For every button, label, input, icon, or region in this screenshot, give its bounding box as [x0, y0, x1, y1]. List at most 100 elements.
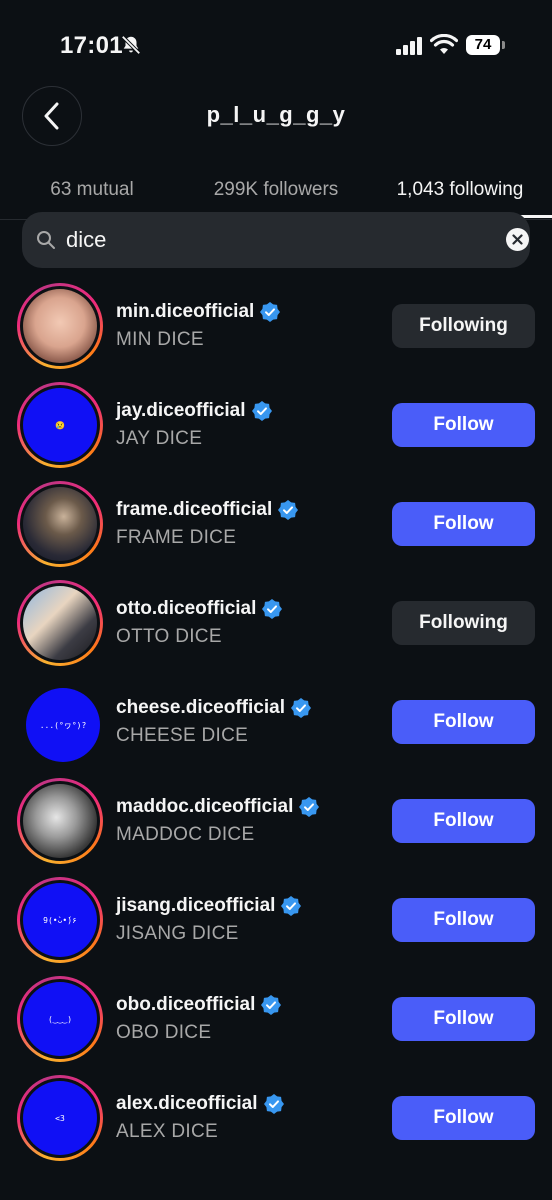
story-ring[interactable] [17, 283, 103, 369]
profile-username-title: p_l_u_g_g_y [206, 102, 346, 127]
full-name: OBO DICE [116, 1022, 212, 1043]
story-ring[interactable]: 9(•̀ᴗ•́)۶ [17, 877, 103, 963]
list-item[interactable]: 9(•̀ᴗ•́)۶ jisang.diceofficial JISANG DICE F… [0, 877, 552, 976]
close-icon [512, 234, 523, 245]
avatar-gap: (‿‿‿) [20, 979, 100, 1059]
list-item[interactable]: maddoc.diceofficial MADDOC DICE Follow [0, 778, 552, 877]
username-line: jay.diceofficial [116, 398, 272, 424]
username[interactable]: jisang.diceofficial [116, 895, 275, 917]
search-icon [37, 231, 55, 249]
avatar: (‿‿‿) [23, 982, 97, 1056]
story-ring[interactable] [17, 481, 103, 567]
story-ring[interactable]: (‿‿‿) [17, 976, 103, 1062]
cellular-signal-icon [396, 37, 422, 55]
full-name: MADDOC DICE [116, 824, 255, 845]
username-line: min.diceofficial [116, 299, 281, 325]
username[interactable]: jay.diceofficial [116, 400, 246, 422]
avatar-gap [20, 286, 100, 366]
search-bar [22, 212, 530, 268]
avatar-gap: 9(•̀ᴗ•́)۶ [20, 880, 100, 960]
avatar-emoticon: 9(•̀ᴗ•́)۶ [43, 915, 77, 925]
username-line: alex.diceofficial [116, 1091, 284, 1117]
follow-button[interactable]: Follow [392, 403, 535, 447]
avatar-gap: <3 [20, 1078, 100, 1158]
follow-button[interactable]: Follow [392, 700, 535, 744]
username-line: maddoc.diceofficial [116, 794, 320, 820]
story-ring[interactable] [17, 778, 103, 864]
list-item[interactable]: ...(°ヮ°)? cheese.diceofficial CHEESE DICE F… [0, 679, 552, 778]
verified-badge-icon [251, 401, 272, 421]
avatar: <3 [23, 1081, 97, 1155]
following-button[interactable]: Following [392, 304, 535, 348]
username[interactable]: alex.diceofficial [116, 1093, 258, 1115]
clear-search-button[interactable] [506, 228, 529, 251]
full-name: ALEX DICE [116, 1121, 218, 1142]
avatar [23, 784, 97, 858]
avatar-gap [20, 484, 100, 564]
username[interactable]: min.diceofficial [116, 301, 254, 323]
avatar: 9(•̀ᴗ•́)۶ [23, 883, 97, 957]
avatar-emoticon: <3 [55, 1113, 65, 1123]
list-item[interactable]: (‿‿‿) obo.diceofficial OBO DICE Follow [0, 976, 552, 1075]
verified-badge-icon [278, 500, 299, 520]
avatar: ...(°ヮ°)? [26, 688, 100, 762]
following-screen: 17:01 74 p_l_u_g_g_y 63 mutual 299K foll… [0, 0, 552, 1200]
username-line: frame.diceofficial [116, 497, 299, 523]
full-name: JAY DICE [116, 428, 203, 449]
battery-icon: 74 [466, 35, 506, 55]
full-name: FRAME DICE [116, 527, 237, 548]
follow-button[interactable]: Follow [392, 898, 535, 942]
following-button[interactable]: Following [392, 601, 535, 645]
avatar-gap [20, 781, 100, 861]
username-line: jisang.diceofficial [116, 893, 302, 919]
avatar [23, 586, 97, 660]
follow-button[interactable]: Follow [392, 502, 535, 546]
list-item[interactable]: min.diceofficial MIN DICE Following [0, 283, 552, 382]
username-line: obo.diceofficial [116, 992, 282, 1018]
story-ring[interactable]: <3 [17, 1075, 103, 1161]
username[interactable]: otto.diceofficial [116, 598, 256, 620]
full-name: MIN DICE [116, 329, 204, 350]
avatar-emoticon: 😢 [55, 420, 65, 430]
avatar-emoticon: (‿‿‿) [47, 1014, 73, 1024]
story-ring[interactable]: 😢 [17, 382, 103, 468]
username-line: otto.diceofficial [116, 596, 283, 622]
username[interactable]: maddoc.diceofficial [116, 796, 293, 818]
full-name: OTTO DICE [116, 626, 222, 647]
battery-level: 74 [466, 35, 500, 55]
verified-badge-icon [299, 797, 320, 817]
search-input[interactable] [66, 222, 466, 258]
verified-badge-icon [281, 896, 302, 916]
verified-badge-icon [290, 698, 311, 718]
avatar-frame[interactable]: ...(°ヮ°)? [17, 679, 103, 765]
username-line: cheese.diceofficial [116, 695, 311, 721]
story-ring[interactable] [17, 580, 103, 666]
list-item[interactable]: <3 alex.diceofficial ALEX DICE Follow [0, 1075, 552, 1174]
follow-button[interactable]: Follow [392, 1096, 535, 1140]
avatar [23, 487, 97, 561]
avatar-gap: 😢 [20, 385, 100, 465]
avatar-emoticon: ...(°ヮ°)? [39, 720, 87, 730]
battery-tip [502, 41, 505, 49]
status-time: 17:01 [60, 32, 123, 59]
follow-button[interactable]: Follow [392, 997, 535, 1041]
list-item[interactable]: otto.diceofficial OTTO DICE Following [0, 580, 552, 679]
status-bar: 17:01 74 [0, 0, 552, 90]
username[interactable]: cheese.diceofficial [116, 697, 285, 719]
avatar-gap [20, 583, 100, 663]
bell-off-icon [121, 35, 141, 55]
verified-badge-icon [263, 1094, 284, 1114]
username[interactable]: frame.diceofficial [116, 499, 272, 521]
follow-button[interactable]: Follow [392, 799, 535, 843]
avatar: 😢 [23, 388, 97, 462]
full-name: CHEESE DICE [116, 725, 249, 746]
wifi-icon [430, 34, 458, 54]
verified-badge-icon [261, 995, 282, 1015]
avatar-gap: ...(°ヮ°)? [20, 682, 100, 762]
verified-badge-icon [262, 599, 283, 619]
verified-badge-icon [260, 302, 281, 322]
username[interactable]: obo.diceofficial [116, 994, 255, 1016]
list-item[interactable]: 😢 jay.diceofficial JAY DICE Follow [0, 382, 552, 481]
list-item[interactable]: frame.diceofficial FRAME DICE Follow [0, 481, 552, 580]
full-name: JISANG DICE [116, 923, 239, 944]
